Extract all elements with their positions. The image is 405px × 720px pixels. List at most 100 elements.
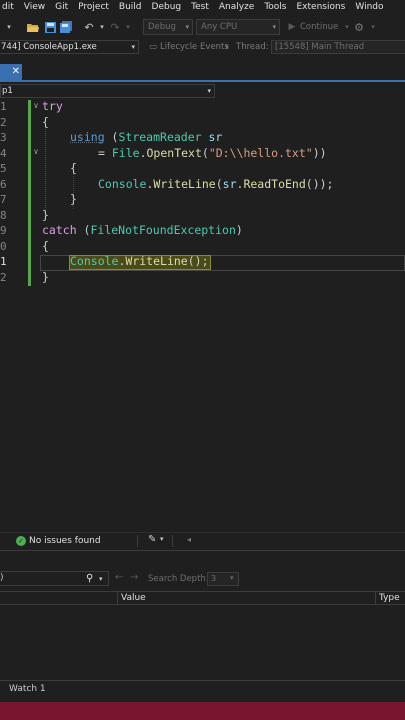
code-line-1: try xyxy=(42,99,63,113)
chevron-down-icon[interactable]: ▾ xyxy=(121,20,135,34)
menu-project[interactable]: Project xyxy=(73,0,114,14)
watch-search-input[interactable]: ) ⚲ ▾ xyxy=(0,571,109,586)
line-number: 6 xyxy=(0,178,7,191)
chevron-down-icon: ▾ xyxy=(272,23,276,31)
line-number: 2 xyxy=(0,116,7,129)
divider xyxy=(137,535,138,547)
platform-value: Any CPU xyxy=(201,22,238,32)
menu-analyze[interactable]: Analyze xyxy=(214,0,259,14)
line-number: 2 xyxy=(0,271,7,284)
line-number: 3 xyxy=(0,131,7,144)
code-line-3: using (StreamReader sr xyxy=(70,130,223,144)
thread-value: [15548] Main Thread xyxy=(275,42,365,52)
chevron-down-icon: ▾ xyxy=(131,43,135,51)
configuration-value: Debug xyxy=(148,22,176,32)
close-icon[interactable]: ✕ xyxy=(12,66,20,77)
debug-location-bar: 744] ConsoleApp1.exe ▾ ▭ Lifecycle Events… xyxy=(0,40,405,54)
code-line-8: } xyxy=(42,208,49,222)
line-number: 0 xyxy=(0,240,7,253)
brush-icon[interactable]: ✎ xyxy=(148,534,156,545)
code-line-10: { xyxy=(42,239,49,253)
play-icon[interactable]: ▶ xyxy=(285,20,299,34)
line-number: 7 xyxy=(0,193,7,206)
chevron-down-icon: ▾ xyxy=(185,23,189,31)
code-line-6: Console.WriteLine(sr.ReadToEnd()); xyxy=(98,177,334,191)
menu-extensions[interactable]: Extensions xyxy=(292,0,351,14)
watch-column-header: Value Type xyxy=(0,591,405,605)
code-line-5: { xyxy=(70,161,77,175)
code-editor[interactable]: ∨ ∨ 1 2 3 4 5 6 7 8 9 0 1 2 try { using … xyxy=(0,98,405,530)
thread-select[interactable]: [15548] Main Thread xyxy=(271,40,405,54)
chevron-down-icon[interactable]: ▾ xyxy=(2,20,16,34)
status-bar xyxy=(0,702,405,720)
code-line-12: } xyxy=(42,270,49,284)
check-circle-icon: ✓ xyxy=(16,536,26,546)
save-all-icon[interactable] xyxy=(59,20,73,34)
code-line-4: = File.OpenText("D:\\hello.txt")) xyxy=(98,146,327,160)
tool-window-tabs: Watch 1 xyxy=(0,680,405,702)
chevron-down-icon[interactable]: ▾ xyxy=(95,20,109,34)
arrow-right-icon[interactable]: → xyxy=(130,572,138,583)
redo-icon[interactable]: ↷ xyxy=(108,20,122,34)
line-number: 4 xyxy=(0,147,7,160)
chevron-down-icon[interactable]: ▾ xyxy=(99,573,103,586)
watch-search-value: ) xyxy=(0,573,4,583)
search-icon[interactable]: ⚲ xyxy=(86,572,93,585)
menu-edit[interactable]: dit xyxy=(0,0,19,14)
navigation-bar[interactable]: p1 ▾ xyxy=(0,84,215,98)
chevron-down-icon: ▾ xyxy=(230,574,234,582)
nav-scope: p1 xyxy=(2,86,13,96)
collapse-icon[interactable]: ∨ xyxy=(31,101,41,110)
open-folder-icon[interactable] xyxy=(26,20,40,34)
process-value: 744] ConsoleApp1.exe xyxy=(1,42,97,52)
search-depth-value: 3 xyxy=(211,574,217,583)
indent-guide xyxy=(45,124,46,214)
menu-build[interactable]: Build xyxy=(114,0,147,14)
column-header-value[interactable]: Value xyxy=(121,592,146,604)
collapse-icon[interactable]: ∨ xyxy=(31,147,41,156)
divider xyxy=(172,535,173,547)
menu-bar: dit View Git Project Build Debug Test An… xyxy=(0,0,405,14)
process-select[interactable]: 744] ConsoleApp1.exe ▾ xyxy=(0,40,139,54)
document-tab-strip: ✕ xyxy=(0,64,405,82)
arrow-left-icon[interactable]: ← xyxy=(115,572,123,583)
chevron-down-icon[interactable]: ▾ xyxy=(225,40,229,54)
menu-debug[interactable]: Debug xyxy=(147,0,187,14)
chevron-down-icon[interactable]: ▾ xyxy=(366,20,380,34)
search-depth-select[interactable]: 3 ▾ xyxy=(207,572,239,586)
change-indicator xyxy=(28,100,31,286)
lifecycle-icon[interactable]: ▭ xyxy=(149,40,157,54)
toolbar: ▾ ↶ ▾ ↷ ▾ Debug ▾ Any CPU ▾ ▶ Continue ▾ ⚙… xyxy=(0,14,405,40)
lifecycle-events-button[interactable]: Lifecycle Events xyxy=(160,40,229,54)
continue-button[interactable]: Continue xyxy=(300,19,338,35)
line-number: 9 xyxy=(0,224,7,237)
code-line-2: { xyxy=(42,115,49,129)
code-line-9: catch (FileNotFoundException) xyxy=(42,223,243,237)
editor-status-bar: ✓ No issues found ✎ ▾ ◂ xyxy=(0,532,405,548)
column-divider[interactable] xyxy=(375,592,376,604)
menu-window[interactable]: Windo xyxy=(350,0,388,14)
platform-select[interactable]: Any CPU ▾ xyxy=(196,19,280,35)
gear-icon[interactable]: ⚙ xyxy=(352,20,366,34)
scroll-left-icon[interactable]: ◂ xyxy=(187,535,191,544)
column-divider[interactable] xyxy=(117,592,118,604)
thread-label: Thread: xyxy=(236,42,269,52)
issues-status[interactable]: No issues found xyxy=(29,533,101,549)
menu-test[interactable]: Test xyxy=(186,0,214,14)
tab-watch-1[interactable]: Watch 1 xyxy=(9,684,46,694)
undo-icon[interactable]: ↶ xyxy=(82,20,96,34)
menu-tools[interactable]: Tools xyxy=(259,0,291,14)
search-depth-label: Search Depth: xyxy=(148,574,209,584)
line-number-current: 1 xyxy=(0,255,7,268)
code-line-7: } xyxy=(70,192,77,206)
menu-view[interactable]: View xyxy=(19,0,50,14)
column-header-type[interactable]: Type xyxy=(379,592,400,604)
configuration-select[interactable]: Debug ▾ xyxy=(143,19,193,35)
save-icon[interactable] xyxy=(43,20,57,34)
chevron-down-icon: ▾ xyxy=(207,87,211,95)
chevron-down-icon[interactable]: ▾ xyxy=(160,535,164,543)
line-number: 1 xyxy=(0,100,7,113)
menu-git[interactable]: Git xyxy=(50,0,73,14)
tab-program[interactable]: ✕ xyxy=(0,64,22,80)
line-number: 5 xyxy=(0,162,7,175)
